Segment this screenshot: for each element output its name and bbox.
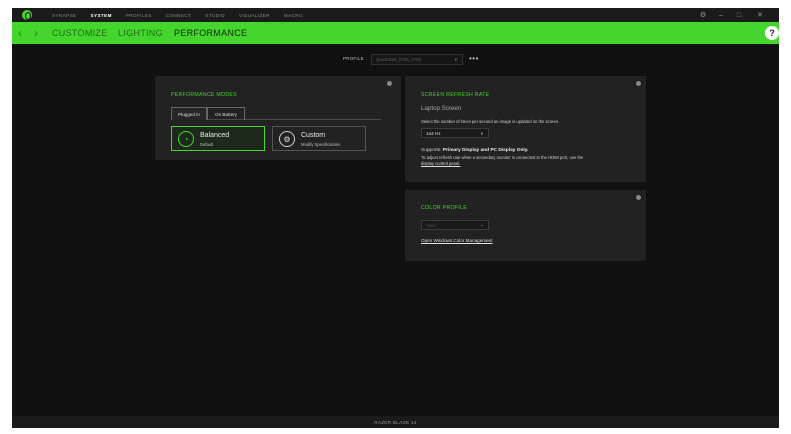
mode-balanced-sub: Default — [200, 142, 214, 147]
razer-logo-icon[interactable] — [22, 10, 32, 20]
chevron-down-icon: ▾ — [454, 57, 457, 62]
close-icon[interactable]: ✕ — [752, 8, 768, 22]
tab-customize[interactable]: CUSTOMIZE — [52, 22, 108, 44]
color-profile-panel: COLOR PROFILE Vivid ▾ Open Windows Color… — [405, 190, 646, 261]
color-profile-dropdown[interactable]: Vivid ▾ — [421, 220, 489, 230]
nav-synapse[interactable]: SYNAPSE — [52, 13, 77, 18]
mode-balanced-card[interactable]: ◔ Balanced Default — [171, 126, 265, 151]
refresh-rate-note: To adjust refresh rate when a secondary … — [421, 155, 584, 160]
main-nav: SYNAPSE SYSTEM PROFILES CONNECT STUDIO V… — [52, 8, 317, 22]
tab-performance[interactable]: PERFORMANCE — [174, 22, 247, 44]
color-profile-value: Vivid — [426, 222, 436, 228]
profile-label: PROFILE — [343, 56, 364, 61]
refresh-rate-title: SCREEN REFRESH RATE — [421, 92, 490, 98]
nav-system[interactable]: SYSTEM — [91, 13, 112, 18]
refresh-rate-subtitle: Laptop Screen — [421, 105, 462, 112]
chevron-down-icon: ▾ — [480, 131, 483, 136]
open-color-management-link[interactable]: Open Windows Color Management — [421, 238, 493, 243]
mode-balanced-name: Balanced — [200, 132, 230, 139]
forward-arrow-icon[interactable]: › — [34, 22, 38, 44]
info-icon[interactable] — [636, 195, 641, 200]
performance-modes-panel: PERFORMANCE MODES Plugged In On Battery … — [155, 76, 401, 160]
supports-line: Supports: Primary Display and PC Display… — [421, 148, 528, 153]
nav-connect[interactable]: CONNECT — [166, 13, 192, 18]
nav-profiles[interactable]: PROFILES — [126, 13, 152, 18]
power-source-tabs: Plugged In On Battery — [171, 107, 381, 120]
nav-macro[interactable]: MACRO — [284, 13, 303, 18]
back-arrow-icon[interactable]: ‹ — [18, 22, 22, 44]
razer-synapse-window: SYNAPSE SYSTEM PROFILES CONNECT STUDIO V… — [12, 8, 779, 428]
device-name: RAZER BLADE 14 — [374, 419, 417, 425]
refresh-rate-dropdown[interactable]: 144 Hz ▾ — [421, 128, 489, 138]
refresh-rate-value: 144 Hz — [426, 130, 441, 136]
mode-custom-name: Custom — [301, 132, 326, 139]
gauge-icon: ◔ — [178, 131, 194, 147]
color-profile-title: COLOR PROFILE — [421, 205, 467, 211]
tab-on-battery[interactable]: On Battery — [207, 107, 245, 120]
refresh-rate-description: Select the number of times per second an… — [421, 119, 560, 124]
minimize-icon[interactable]: – — [713, 8, 729, 22]
display-control-panel-link[interactable]: display control panel. — [421, 161, 460, 166]
help-icon[interactable]: ? — [765, 26, 779, 40]
nav-studio[interactable]: STUDIO — [205, 13, 225, 18]
profile-row: PROFILE QuickStart_0705_1708 ▾ ••• — [12, 54, 779, 66]
tab-plugged-in[interactable]: Plugged In — [171, 107, 207, 120]
mode-custom-sub: Modify Specifications — [301, 142, 341, 147]
top-nav-bar: SYNAPSE SYSTEM PROFILES CONNECT STUDIO V… — [12, 8, 779, 22]
profile-dropdown-value: QuickStart_0705_1708 — [376, 57, 421, 62]
chevron-down-icon: ▾ — [480, 223, 483, 228]
mode-custom-card[interactable]: ⚙ Custom Modify Specifications — [272, 126, 366, 151]
supports-label: Supports: — [421, 148, 442, 153]
nav-visualizer[interactable]: VISUALIZER — [239, 13, 270, 18]
more-options-icon[interactable]: ••• — [469, 54, 479, 63]
profile-dropdown[interactable]: QuickStart_0705_1708 ▾ — [371, 54, 463, 65]
screen-refresh-rate-panel: SCREEN REFRESH RATE Laptop Screen Select… — [405, 76, 646, 182]
footer-bar: RAZER BLADE 14 — [12, 416, 779, 428]
maximize-icon[interactable]: □ — [731, 8, 747, 22]
settings-gear-icon[interactable]: ⚙ — [695, 8, 711, 22]
supports-value: Primary Display and PC Display Only. — [442, 148, 529, 153]
gear-icon: ⚙ — [279, 131, 295, 147]
tab-lighting[interactable]: LIGHTING — [118, 22, 163, 44]
info-icon[interactable] — [636, 81, 641, 86]
sub-nav-bar: ‹ › CUSTOMIZE LIGHTING PERFORMANCE ? — [12, 22, 779, 44]
performance-modes-title: PERFORMANCE MODES — [171, 92, 237, 98]
info-icon[interactable] — [387, 81, 392, 86]
